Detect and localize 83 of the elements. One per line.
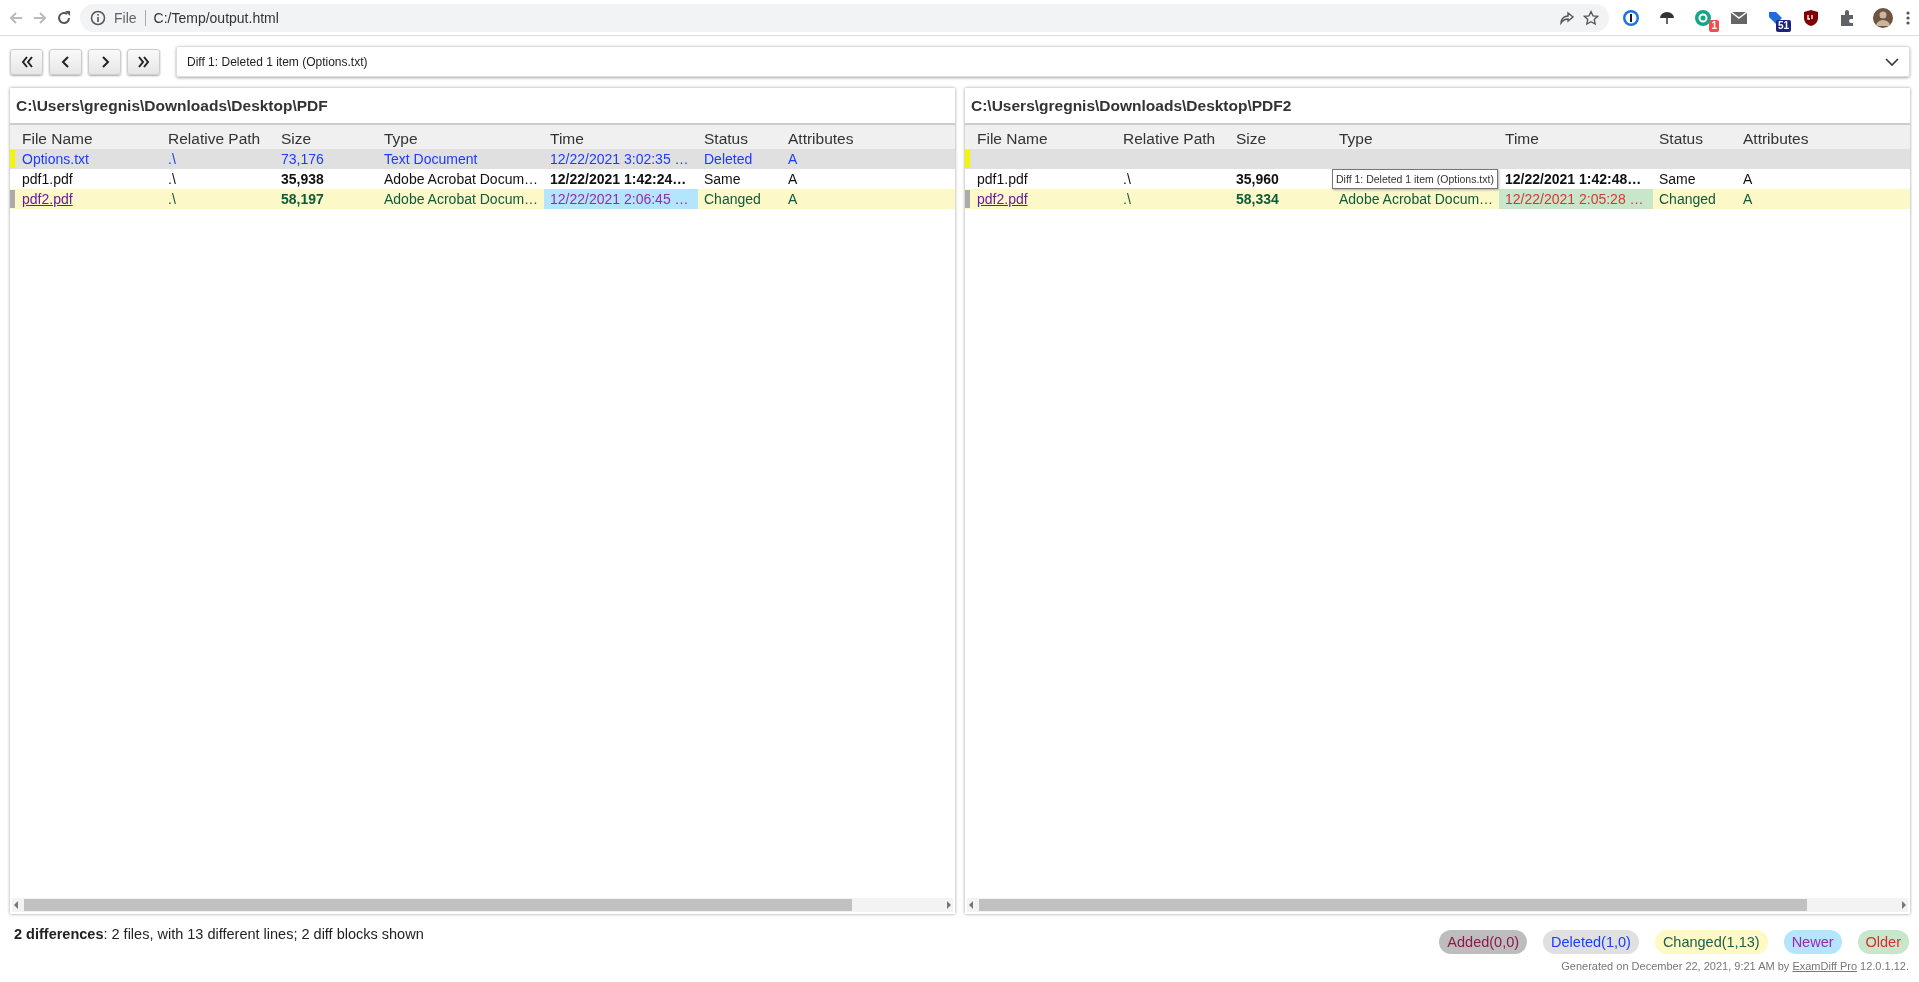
table-cell-text: Same bbox=[703, 170, 742, 189]
table-cell-text: .\ bbox=[167, 170, 177, 189]
table-cell-text: A bbox=[1742, 190, 1754, 209]
summary-text: 2 differences: 2 files, with 13 different lines; 2 diff blocks shown bbox=[14, 926, 424, 944]
table-cell-text: Changed bbox=[703, 190, 762, 209]
table-cell: 12/22/2021 2:05:28 … bbox=[1499, 189, 1653, 209]
address-field[interactable]: C:/Temp/output.html bbox=[153, 9, 1551, 26]
column-header[interactable]: Status bbox=[1653, 125, 1737, 153]
scroll-right-icon[interactable] bbox=[1900, 900, 1908, 910]
next-diff-button[interactable] bbox=[88, 48, 121, 75]
letter-circle-icon[interactable] bbox=[1694, 8, 1712, 27]
diff-marker bbox=[965, 190, 970, 208]
previous-diff-button[interactable] bbox=[49, 48, 82, 75]
table-cell-text: Adobe Acrobat Docum… bbox=[1338, 190, 1495, 209]
column-header[interactable]: Size bbox=[1230, 125, 1333, 153]
file-name: pdf1.pdf bbox=[21, 170, 74, 189]
table-cell-text: Deleted bbox=[703, 150, 754, 169]
table-cell-text: 58,334 bbox=[1235, 190, 1280, 209]
menu-icon[interactable] bbox=[1905, 9, 1911, 26]
file-name: Options.txt bbox=[21, 150, 90, 169]
table-cell-text: 58,197 bbox=[280, 190, 325, 209]
column-header[interactable]: Relative Path bbox=[1117, 125, 1230, 153]
legend-badge: Deleted(1,0) bbox=[1543, 930, 1639, 954]
avatar-icon[interactable] bbox=[1872, 6, 1894, 29]
diff-dropdown[interactable]: Diff 1: Deleted 1 item (Options.txt) bbox=[176, 46, 1910, 77]
first-diff-button[interactable] bbox=[10, 48, 43, 75]
table-cell-text: Changed bbox=[1658, 190, 1717, 209]
table-cell-text: A bbox=[787, 190, 799, 209]
diff-marker bbox=[10, 190, 15, 208]
table-cell-text: .\ bbox=[1122, 190, 1132, 209]
table-cell-text: A bbox=[1742, 170, 1754, 189]
scrollbar-thumb[interactable] bbox=[979, 899, 1808, 911]
table-cell-text: .\ bbox=[1122, 170, 1132, 189]
product-link[interactable]: ExamDiff Pro bbox=[1792, 960, 1857, 972]
count-badge: 1 bbox=[1709, 19, 1719, 32]
star-icon[interactable] bbox=[1583, 9, 1599, 26]
last-diff-button[interactable] bbox=[127, 48, 160, 75]
column-header[interactable]: Attributes bbox=[1737, 125, 1910, 153]
table-cell-text: 35,938 bbox=[280, 170, 325, 189]
info-icon[interactable] bbox=[90, 9, 106, 26]
table-cell-text: 35,960 bbox=[1235, 170, 1280, 189]
scroll-right-icon[interactable] bbox=[945, 900, 953, 910]
file-name[interactable]: pdf2.pdf bbox=[971, 189, 1117, 209]
reload-icon[interactable] bbox=[56, 9, 72, 26]
table-cell-text: A bbox=[787, 170, 799, 189]
table-cell-text: .\ bbox=[167, 190, 177, 209]
generated-note: Generated on December 22, 2021, 9:21 AM by ExamDiff Pro 12.0.1.12. bbox=[1561, 960, 1909, 972]
legend-badge: Newer bbox=[1783, 930, 1842, 954]
diff-marker bbox=[10, 150, 15, 168]
table-cell-text: A bbox=[787, 150, 799, 169]
table-cell-text: 12/22/2021 3:02:35 … bbox=[549, 150, 690, 169]
table-cell: 12/22/2021 2:06:45 … bbox=[544, 189, 698, 209]
url-scheme: File bbox=[114, 9, 146, 26]
file-name[interactable]: pdf2.pdf bbox=[16, 189, 162, 209]
diff-marker bbox=[965, 150, 970, 168]
column-header[interactable]: Type bbox=[1333, 125, 1499, 153]
file-row[interactable]: pdf2.pdf .\ 58,197 Adobe Acrobat Docum… 12/22/2021 2:06:45 … Changed A bbox=[10, 189, 955, 209]
password-manager-icon[interactable] bbox=[1622, 8, 1640, 27]
file-row[interactable]: pdf2.pdf .\ 58,334 Adobe Acrobat Docum… 12/22/2021 2:05:28 … Changed A bbox=[965, 189, 1910, 209]
scroll-left-icon[interactable] bbox=[12, 900, 20, 910]
scrollbar-thumb[interactable] bbox=[24, 899, 853, 911]
table-cell-text: .\ bbox=[167, 150, 177, 169]
chevron-down-icon bbox=[1885, 57, 1899, 66]
shield-icon[interactable] bbox=[1802, 8, 1820, 27]
table-cell-text: 73,176 bbox=[280, 150, 325, 169]
table-cell-text: 12/22/2021 1:42:48… bbox=[1504, 170, 1643, 189]
tooltip: Diff 1: Deleted 1 item (Options.txt) bbox=[1332, 169, 1498, 189]
column-header[interactable]: File Name bbox=[971, 125, 1117, 153]
table-cell-text: Adobe Acrobat Docum… bbox=[383, 170, 540, 189]
file-name: pdf1.pdf bbox=[976, 170, 1029, 189]
column-header[interactable]: Time bbox=[1499, 125, 1653, 153]
table-cell-text: 12/22/2021 1:42:24… bbox=[549, 170, 688, 189]
table-cell-text: Text Document bbox=[383, 150, 479, 169]
legend-badge: Added(0,0) bbox=[1439, 930, 1528, 954]
scroll-left-icon[interactable] bbox=[967, 900, 975, 910]
share-icon[interactable] bbox=[1559, 9, 1575, 26]
puzzle-icon[interactable] bbox=[1838, 8, 1856, 27]
file-row[interactable]: Options.txt .\ 73,176 Text Document 12/22/2021 3:02:35 … Deleted A bbox=[10, 149, 955, 169]
legend-badge: Changed(1,13) bbox=[1654, 930, 1768, 954]
count-badge: 51 bbox=[1775, 19, 1791, 32]
legend-badge: Older bbox=[1857, 930, 1909, 954]
table-cell-text: Adobe Acrobat Docum… bbox=[383, 190, 540, 209]
table-cell-text: Same bbox=[1658, 170, 1697, 189]
